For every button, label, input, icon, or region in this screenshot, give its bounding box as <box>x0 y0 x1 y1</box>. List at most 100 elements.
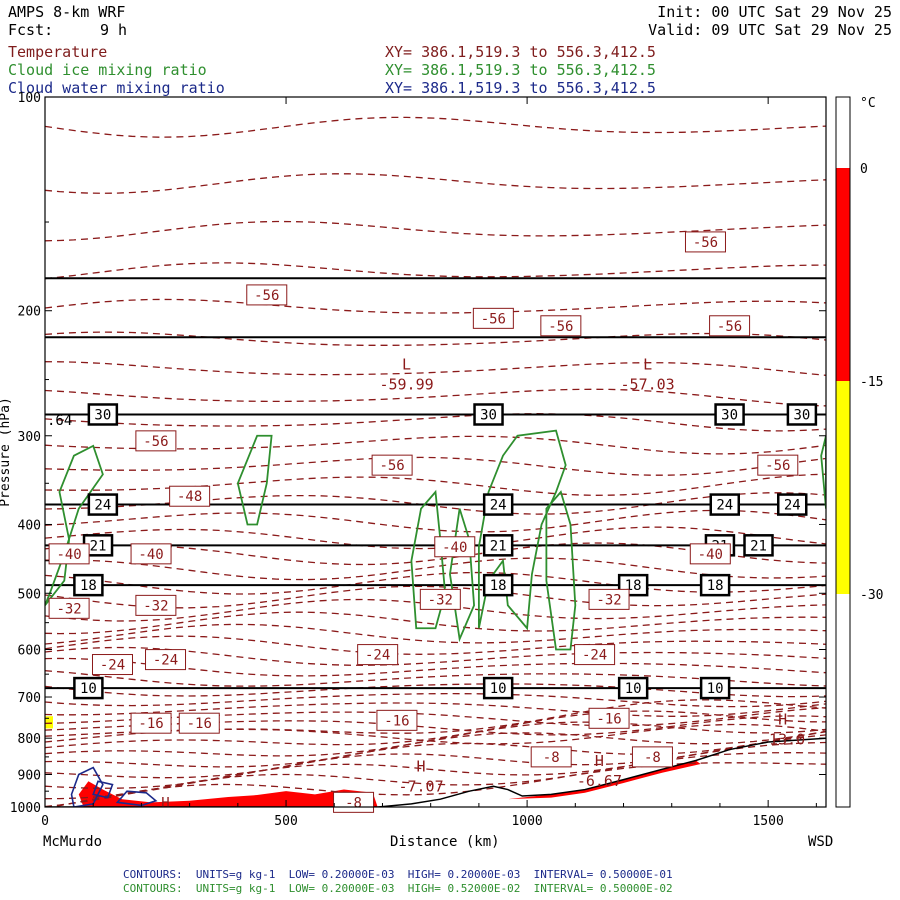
isotherm <box>45 388 826 407</box>
extremum-value: -57.03 <box>621 376 675 394</box>
extremum-kind: H <box>417 757 426 775</box>
contour-label-clipped: .64 <box>47 413 72 429</box>
y-tick-label: 700 <box>18 691 41 706</box>
contour-label-18: 18 <box>490 578 507 594</box>
isotherm <box>45 509 826 533</box>
cross-section-chart: 3030303024242424212121211818181810101010… <box>0 91 883 829</box>
contour-label-24: 24 <box>490 498 507 514</box>
contour-label-18: 18 <box>707 578 724 594</box>
x-tick-label: 0 <box>41 814 49 829</box>
extremum-value: -13.0 <box>760 730 805 748</box>
isotherm <box>45 413 826 432</box>
colorbar-band <box>836 381 850 594</box>
isotherm-label: -56 <box>143 434 168 450</box>
right-endpoint: WSD <box>808 834 834 850</box>
contour-label-21: 21 <box>750 538 767 554</box>
colorbar-label: 0 <box>860 162 868 177</box>
x-tick-label: 1000 <box>511 814 542 829</box>
contour-label-21: 21 <box>90 538 107 554</box>
isotherm-label: -32 <box>143 598 168 614</box>
isotherm-label: -56 <box>481 311 506 327</box>
isotherm-label: -56 <box>765 458 790 474</box>
y-tick-label: 1000 <box>10 801 41 816</box>
isotherm-label: -24 <box>365 648 390 664</box>
isotherm-label: -24 <box>582 648 607 664</box>
isotherm-label: -24 <box>153 653 178 669</box>
isotherm-label: -8 <box>543 750 560 766</box>
y-tick-label: 100 <box>18 91 41 106</box>
isotherm <box>45 173 826 194</box>
isotherm <box>45 116 826 138</box>
y-tick-label: 800 <box>18 732 41 747</box>
y-axis-label: Pressure (hPa) <box>0 397 13 507</box>
contour-label-30: 30 <box>721 407 738 423</box>
colorbar-band <box>836 594 850 807</box>
contour-label-30: 30 <box>793 407 810 423</box>
extremum-kind: H <box>595 752 604 770</box>
y-tick-label: 900 <box>18 769 41 784</box>
isotherm-label: -24 <box>100 658 125 674</box>
cloud-ice-contour <box>449 508 475 643</box>
y-tick-label: 400 <box>18 518 41 533</box>
cloud-ice-contour <box>545 490 577 651</box>
extremum-kind: L <box>643 356 652 374</box>
isotherm-label: -32 <box>56 601 81 617</box>
contour-label-10: 10 <box>625 681 642 697</box>
isotherm-label: -16 <box>384 713 409 729</box>
cloud-ice-contour <box>236 434 273 526</box>
isotherm-label: -56 <box>379 458 404 474</box>
extremum-kind: L <box>402 356 411 374</box>
contour-label-24: 24 <box>94 498 111 514</box>
isotherm <box>45 361 826 376</box>
y-tick-label: 500 <box>18 587 41 602</box>
extremum-value: -6.67 <box>577 772 622 790</box>
left-endpoint: McMurdo <box>43 834 103 850</box>
isotherm-label: -8 <box>345 795 362 811</box>
isotherm-label: -16 <box>187 716 212 732</box>
x-tick-label: 500 <box>274 814 297 829</box>
colorbar-label: -30 <box>860 588 883 603</box>
isotherm <box>45 731 826 779</box>
footer-contours-ice: CONTOURS: UNITS=g kg-1 LOW= 0.20000E-03 … <box>123 882 673 895</box>
contour-label-30: 30 <box>480 407 497 423</box>
extremum-kind: H <box>778 710 787 728</box>
y-tick-label: 300 <box>18 430 41 445</box>
colorbar-band <box>836 97 850 168</box>
contour-label-10: 10 <box>80 681 97 697</box>
contour-label-10: 10 <box>707 681 724 697</box>
isotherm <box>45 730 826 768</box>
isotherm-label: -56 <box>548 319 573 335</box>
x-tick-label: 1500 <box>752 814 783 829</box>
colorbar-label: -15 <box>860 375 883 390</box>
isotherm <box>45 331 826 346</box>
isotherm-label: -40 <box>698 547 723 563</box>
extremum-value: -7.07 <box>398 777 443 795</box>
isotherm-label: -40 <box>442 540 467 556</box>
isotherm-label: -40 <box>138 547 163 563</box>
y-tick-label: 200 <box>18 305 41 320</box>
isotherm-label: -56 <box>717 319 742 335</box>
isotherm-label: -32 <box>596 592 621 608</box>
extremum-value: -59.99 <box>379 376 433 394</box>
contour-label-24: 24 <box>716 498 733 514</box>
isotherm <box>45 298 826 314</box>
isotherm-label: -48 <box>177 489 202 505</box>
field-extremum-label: H <box>161 795 169 811</box>
contour-label-21: 21 <box>490 538 507 554</box>
isotherm-label: -56 <box>693 235 718 251</box>
colorbar-unit: °C <box>860 96 876 111</box>
contour-label-10: 10 <box>490 681 507 697</box>
isotherm <box>45 262 826 280</box>
isotherm <box>45 456 826 476</box>
colorbar-band <box>836 168 850 381</box>
isotherm-label: -56 <box>254 288 279 304</box>
contour-label-24: 24 <box>784 498 801 514</box>
isotherm-label: -40 <box>56 547 81 563</box>
isotherm-label: -16 <box>138 716 163 732</box>
isotherm-label: -16 <box>596 711 621 727</box>
x-axis-label: Distance (km) <box>390 834 500 850</box>
contour-label-18: 18 <box>80 578 97 594</box>
y-tick-label: 600 <box>18 643 41 658</box>
contour-label-30: 30 <box>94 407 111 423</box>
isotherm-label: -8 <box>644 750 661 766</box>
